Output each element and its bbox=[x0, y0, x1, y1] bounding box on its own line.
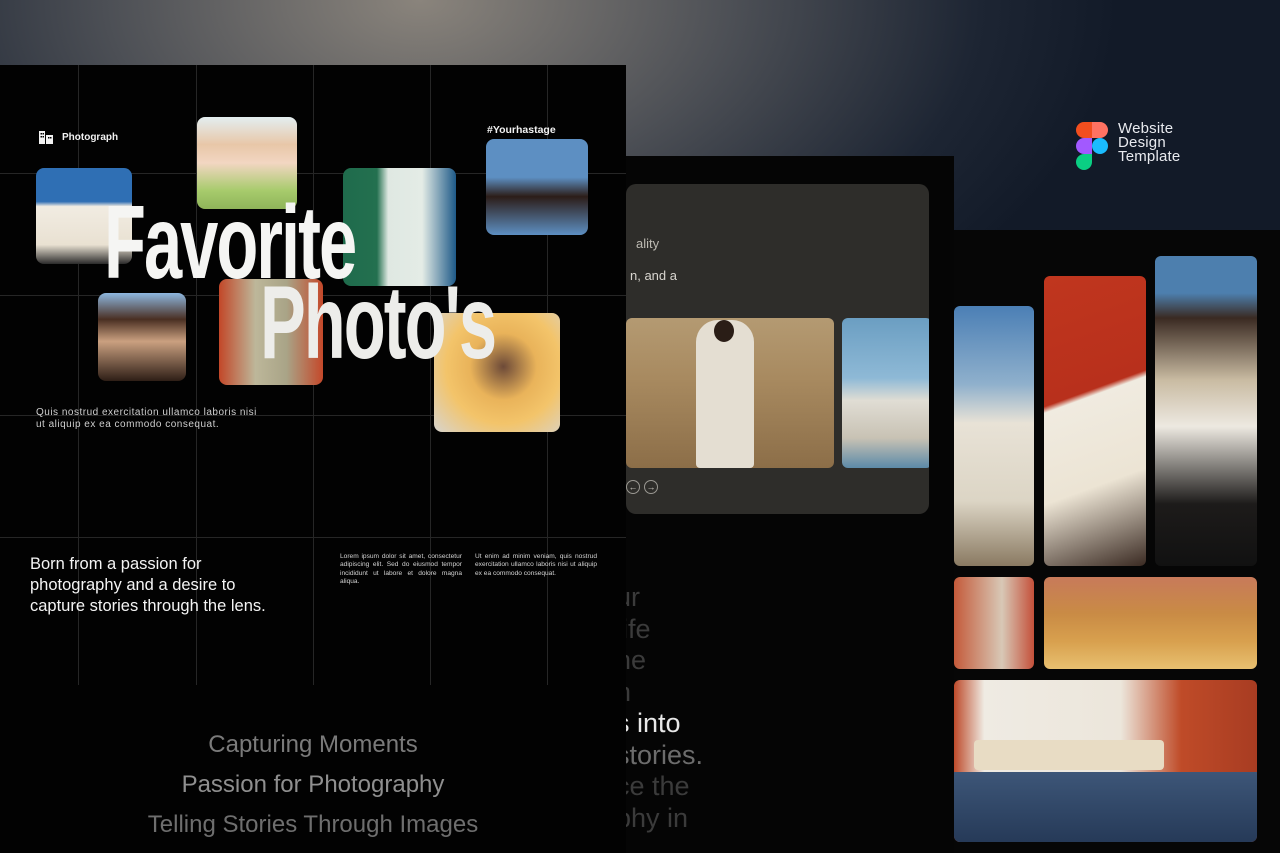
figma-badge: Website Design Template bbox=[1076, 121, 1181, 170]
photo-coastal-rocks bbox=[842, 318, 929, 468]
photo-belt-jeans bbox=[954, 680, 1257, 842]
photo-woman-sunglasses bbox=[486, 139, 588, 235]
figma-logo-icon bbox=[1076, 122, 1108, 170]
headline-photos: Photo's bbox=[260, 265, 497, 381]
middle-page-preview: ality n, and a ← → ur life he n s into s… bbox=[610, 156, 954, 853]
photo-cardigan-man bbox=[1155, 256, 1257, 566]
about-column-1: Lorem ipsum dolor sit amet, consectetur … bbox=[340, 553, 462, 586]
carousel-next-button[interactable]: → bbox=[644, 480, 658, 494]
photo-woman-curly-hair bbox=[98, 293, 186, 381]
story-line: phy in bbox=[616, 802, 689, 833]
badge-title: Website Design Template bbox=[1118, 121, 1181, 165]
right-page-preview bbox=[948, 230, 1280, 853]
story-line: stories. bbox=[616, 739, 704, 770]
brand-logo[interactable]: Photograph bbox=[38, 129, 118, 145]
story-line: life bbox=[616, 613, 651, 644]
grid-line bbox=[0, 537, 626, 538]
story-line: s into bbox=[616, 708, 681, 738]
photo-wheat-field bbox=[626, 318, 834, 468]
story-line: n bbox=[616, 677, 954, 709]
photo-red-backdrop bbox=[1044, 276, 1146, 566]
photo-sand-dune bbox=[1044, 577, 1257, 669]
story-line: he bbox=[616, 645, 647, 675]
carousel-prev-button[interactable]: ← bbox=[626, 480, 640, 494]
left-page-preview: Photograph #Yourhastage Favorite Photo's… bbox=[0, 65, 626, 853]
photo-orange-wall bbox=[954, 577, 1034, 669]
story-line: ur bbox=[616, 582, 641, 612]
tagline-2: Passion for Photography bbox=[181, 771, 445, 798]
story-line: ce the bbox=[616, 771, 690, 801]
building-icon bbox=[39, 131, 53, 144]
story-text: ur life he n s into stories. ce the phy … bbox=[616, 582, 954, 834]
about-heading: Born from a passion for photography and … bbox=[30, 555, 266, 615]
card-text-1: ality bbox=[636, 236, 660, 251]
tagline-1: Capturing Moments bbox=[208, 731, 418, 758]
badge-line-3: Template bbox=[1118, 148, 1181, 165]
brand-name: Photograph bbox=[62, 131, 119, 143]
hashtag-label: #Yourhastage bbox=[487, 124, 556, 136]
photo-white-jacket bbox=[954, 306, 1034, 566]
tagline-3: Telling Stories Through Images bbox=[147, 811, 479, 838]
feature-card: ality n, and a ← → bbox=[626, 184, 929, 514]
card-text-2: n, and a bbox=[630, 268, 677, 283]
intro-paragraph: Quis nostrud exercitation ullamco labori… bbox=[36, 407, 257, 430]
about-column-2: Ut enim ad minim veniam, quis nostrud ex… bbox=[475, 553, 597, 577]
